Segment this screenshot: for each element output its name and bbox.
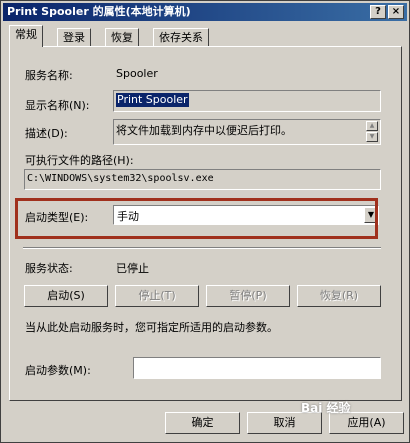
stop-button[interactable]: 停止(T) (115, 285, 199, 307)
properties-dialog: Print Spooler 的属性(本地计算机) ? × 常规 登录 恢复 依存… (0, 0, 410, 443)
service-name-label: 服务名称: (25, 69, 73, 82)
tab-dependencies[interactable]: 依存关系 (153, 28, 209, 46)
pause-button[interactable]: 暂停(P) (206, 285, 290, 307)
highlight-box (15, 198, 378, 239)
ok-button[interactable]: 确定 (165, 412, 240, 434)
exe-path-label: 可执行文件的路径(H): (25, 154, 134, 167)
divider (23, 247, 381, 249)
help-button[interactable]: ? (370, 5, 386, 19)
start-params-input[interactable] (133, 357, 381, 379)
exe-path-value: C:\WINDOWS\system32\spoolsv.exe (27, 173, 214, 184)
display-name-label: 显示名称(N): (25, 99, 90, 112)
service-status-value: 已停止 (116, 262, 149, 275)
watermark-logo: Bai 经验 (301, 401, 351, 415)
display-name-value: Print Spooler (116, 93, 189, 107)
service-name-value: Spooler (116, 67, 158, 80)
tab-recovery[interactable]: 恢复 (105, 28, 139, 46)
description-field[interactable]: 将文件加载到内存中以便迟后打印。 ▲ ▼ (113, 119, 381, 145)
exe-path-field: C:\WINDOWS\system32\spoolsv.exe (24, 169, 381, 190)
description-label: 描述(D): (25, 127, 68, 140)
start-params-label: 启动参数(M): (25, 364, 91, 377)
description-value: 将文件加载到内存中以便迟后打印。 (116, 124, 292, 137)
resume-button[interactable]: 恢复(R) (297, 285, 381, 307)
display-name-field[interactable]: Print Spooler (113, 90, 381, 112)
window-title: Print Spooler 的属性(本地计算机) (7, 5, 191, 18)
close-button[interactable]: × (388, 5, 404, 19)
scroll-up-icon[interactable]: ▲ (366, 121, 378, 131)
start-params-hint: 当从此处启动服务时，您可指定所适用的启动参数。 (25, 321, 278, 334)
scroll-down-icon[interactable]: ▼ (366, 132, 378, 142)
tab-general[interactable]: 常规 (9, 25, 43, 47)
start-button[interactable]: 启动(S) (24, 285, 108, 307)
tab-logon[interactable]: 登录 (57, 28, 91, 46)
service-status-label: 服务状态: (25, 262, 73, 275)
title-bar: Print Spooler 的属性(本地计算机) ? × (3, 3, 407, 21)
